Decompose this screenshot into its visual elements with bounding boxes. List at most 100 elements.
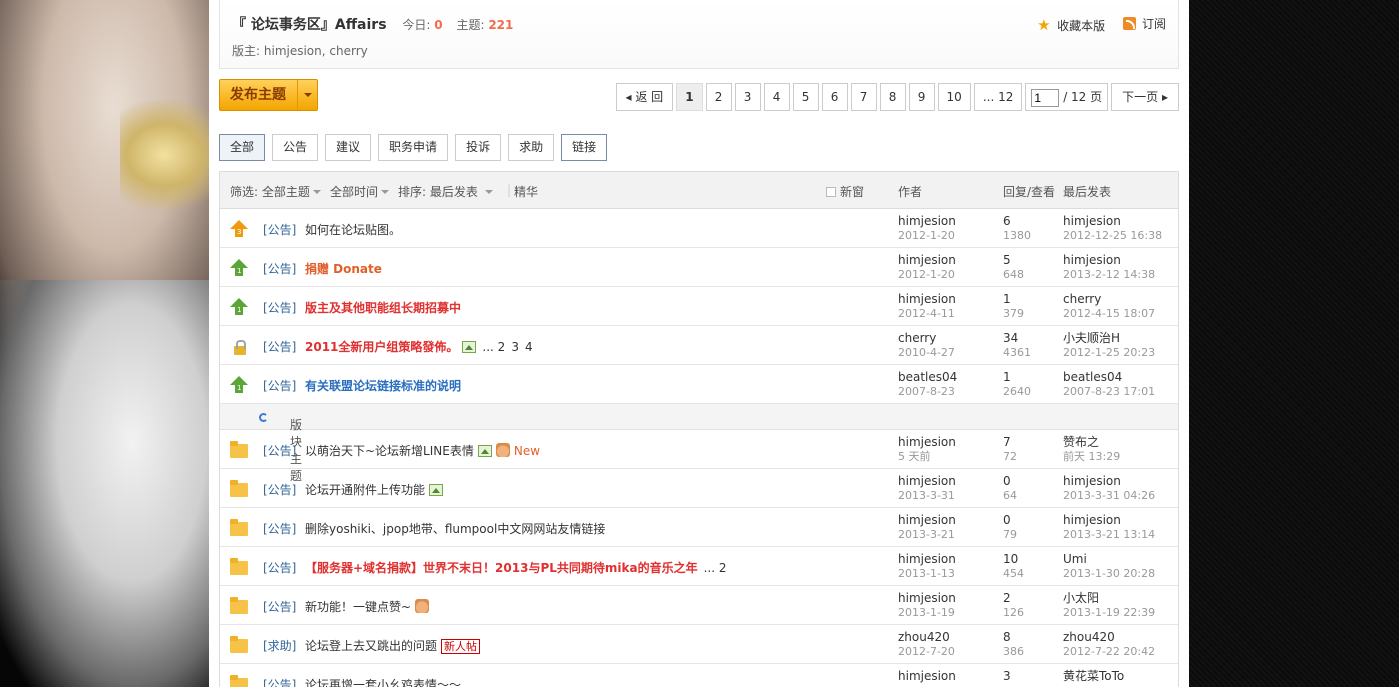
- page-2[interactable]: 2: [705, 83, 732, 111]
- tab-suggest[interactable]: 建议: [325, 134, 372, 161]
- author-link[interactable]: cherry: [898, 331, 936, 345]
- digest-filter[interactable]: 精华: [514, 183, 538, 200]
- author-link[interactable]: zhou420: [898, 630, 950, 644]
- tab-apply[interactable]: 职务申请: [378, 134, 449, 161]
- last-poster-link[interactable]: 黄花菜ToTo: [1063, 669, 1124, 683]
- page-1[interactable]: 1: [676, 83, 703, 111]
- thread-title-link[interactable]: 有关联盟论坛链接标准的说明: [305, 379, 461, 393]
- last-poster-link[interactable]: himjesion: [1063, 513, 1121, 527]
- back-button[interactable]: ◂ 返 回: [615, 83, 674, 111]
- thread-type-link[interactable]: [公告]: [263, 598, 296, 615]
- page-5[interactable]: 5: [792, 83, 819, 111]
- tab-complain[interactable]: 投诉: [455, 134, 502, 161]
- last-post-date[interactable]: 2013-3-21 13:14: [1063, 528, 1155, 541]
- thread-type-link[interactable]: [公告]: [263, 520, 296, 537]
- thread-type-link[interactable]: [公告]: [263, 442, 296, 459]
- thread-title-link[interactable]: 论坛再增一套小幺鸡表情～～: [305, 678, 461, 687]
- last-poster-link[interactable]: 赞布之: [1063, 435, 1099, 449]
- last-poster-link[interactable]: himjesion: [1063, 253, 1121, 267]
- next-page-button[interactable]: 下一页 ▸: [1111, 83, 1179, 111]
- last-post-date[interactable]: 2013-2-12 14:38: [1063, 268, 1155, 281]
- author-link[interactable]: himjesion: [898, 253, 956, 267]
- filter-time-dropdown[interactable]: 全部时间: [330, 183, 390, 200]
- thread-title-link[interactable]: 2011全新用户组策略發佈。: [305, 340, 458, 354]
- thread-title-link[interactable]: 捐赠 Donate: [305, 262, 382, 276]
- thread-title-link[interactable]: 新功能！一键点赞~: [305, 600, 411, 614]
- author-link[interactable]: himjesion: [898, 552, 956, 566]
- new-window-checkbox[interactable]: 新窗: [826, 183, 864, 200]
- page-10[interactable]: 10: [937, 83, 971, 111]
- last-poster-link[interactable]: beatles04: [1063, 370, 1122, 384]
- page-8[interactable]: 8: [879, 83, 906, 111]
- author-link[interactable]: himjesion: [898, 292, 956, 306]
- refresh-icon[interactable]: [259, 413, 268, 422]
- thread-type-link[interactable]: [公告]: [263, 481, 296, 498]
- thread-page-link[interactable]: 3: [511, 340, 519, 354]
- sort-dropdown[interactable]: 最后发表: [430, 185, 493, 199]
- thread-type-link[interactable]: [公告]: [263, 676, 296, 687]
- page-input[interactable]: [1031, 88, 1060, 107]
- last-post-date[interactable]: 2013-1-30 20:28: [1063, 567, 1155, 580]
- page-3[interactable]: 3: [734, 83, 761, 111]
- thread-page-link[interactable]: ... 2: [704, 561, 727, 575]
- thread-title-link[interactable]: 论坛开通附件上传功能: [305, 483, 425, 497]
- author-link[interactable]: himjesion: [898, 214, 956, 228]
- thread-type-link[interactable]: [公告]: [263, 559, 296, 576]
- last-post-date[interactable]: 2012-4-15 18:07: [1063, 307, 1155, 320]
- new-topic-button[interactable]: 发布主题: [219, 79, 318, 111]
- last-poster-link[interactable]: 小夫顺治H: [1063, 331, 1120, 345]
- last-poster-link[interactable]: cherry: [1063, 292, 1101, 306]
- favorite-button[interactable]: ★ 收藏本版: [1037, 17, 1105, 34]
- page-last[interactable]: ... 12: [973, 83, 1023, 111]
- thread-title-link[interactable]: 版主及其他职能组长期招募中: [305, 301, 461, 315]
- thread-page-link[interactable]: ... 2: [482, 340, 505, 354]
- moderator-links[interactable]: himjesion, cherry: [264, 44, 368, 58]
- folder-icon: [230, 675, 248, 687]
- author-link[interactable]: himjesion: [898, 669, 956, 683]
- thread-title-link[interactable]: 如何在论坛贴图。: [305, 223, 401, 237]
- tab-help[interactable]: 求助: [508, 134, 555, 161]
- author-link[interactable]: himjesion: [898, 513, 956, 527]
- thread-title-link[interactable]: 论坛登上去又跳出的问题: [305, 639, 437, 653]
- tab-all[interactable]: 全部: [219, 134, 266, 161]
- author-link[interactable]: beatles04: [898, 370, 957, 384]
- tab-announce[interactable]: 公告: [272, 134, 319, 161]
- last-post-date[interactable]: 2012-1-25 20:23: [1063, 346, 1155, 359]
- page-6[interactable]: 6: [821, 83, 848, 111]
- page-4[interactable]: 4: [763, 83, 790, 111]
- thread-type-link[interactable]: [公告]: [263, 377, 296, 394]
- thread-type-link[interactable]: [公告]: [263, 221, 296, 238]
- thread-title-link[interactable]: 删除yoshiki、jpop地带、flumpool中文网网站友情链接: [305, 522, 605, 536]
- author-link[interactable]: himjesion: [898, 591, 956, 605]
- last-post-date[interactable]: 2007-8-23 17:01: [1063, 385, 1155, 398]
- thread-type-link[interactable]: [求助]: [263, 637, 296, 654]
- page-7[interactable]: 7: [850, 83, 877, 111]
- last-post-date[interactable]: 2012-7-22 20:42: [1063, 645, 1155, 658]
- author-date: 5 天前: [898, 450, 931, 463]
- last-post-date[interactable]: 2012-12-25 16:38: [1063, 229, 1162, 242]
- subscribe-button[interactable]: 订阅: [1122, 15, 1166, 32]
- last-poster-link[interactable]: 小太阳: [1063, 591, 1099, 605]
- author-link[interactable]: himjesion: [898, 474, 956, 488]
- thread-type-link[interactable]: [公告]: [263, 299, 296, 316]
- author-link[interactable]: himjesion: [898, 435, 956, 449]
- last-post-date[interactable]: 前天 13:29: [1063, 450, 1120, 463]
- thread-page-link[interactable]: 4: [525, 340, 533, 354]
- thread-type-link[interactable]: [公告]: [263, 338, 296, 355]
- last-poster-link[interactable]: zhou420: [1063, 630, 1115, 644]
- thread-title-link[interactable]: 以萌治天下~论坛新增LINE表情: [305, 444, 474, 458]
- reply-count: 0: [1003, 513, 1011, 527]
- filter-all-dropdown[interactable]: 全部主题: [262, 185, 321, 199]
- thread-type-link[interactable]: [公告]: [263, 260, 296, 277]
- last-post-date[interactable]: 2013-1-19 22:39: [1063, 606, 1155, 619]
- image-attachment-icon: [477, 445, 492, 457]
- last-post-date[interactable]: 2013-3-31 04:26: [1063, 489, 1155, 502]
- today-stat: 今日: 0: [402, 18, 443, 32]
- chevron-down-icon[interactable]: [297, 80, 317, 110]
- last-poster-link[interactable]: himjesion: [1063, 474, 1121, 488]
- last-poster-link[interactable]: himjesion: [1063, 214, 1121, 228]
- page-9[interactable]: 9: [908, 83, 935, 111]
- thread-title-link[interactable]: 【服务器+域名捐款】世界不末日！2013与PL共同期待mika的音乐之年: [305, 561, 698, 575]
- last-poster-link[interactable]: Umi: [1063, 552, 1087, 566]
- tab-links[interactable]: 链接: [561, 134, 608, 161]
